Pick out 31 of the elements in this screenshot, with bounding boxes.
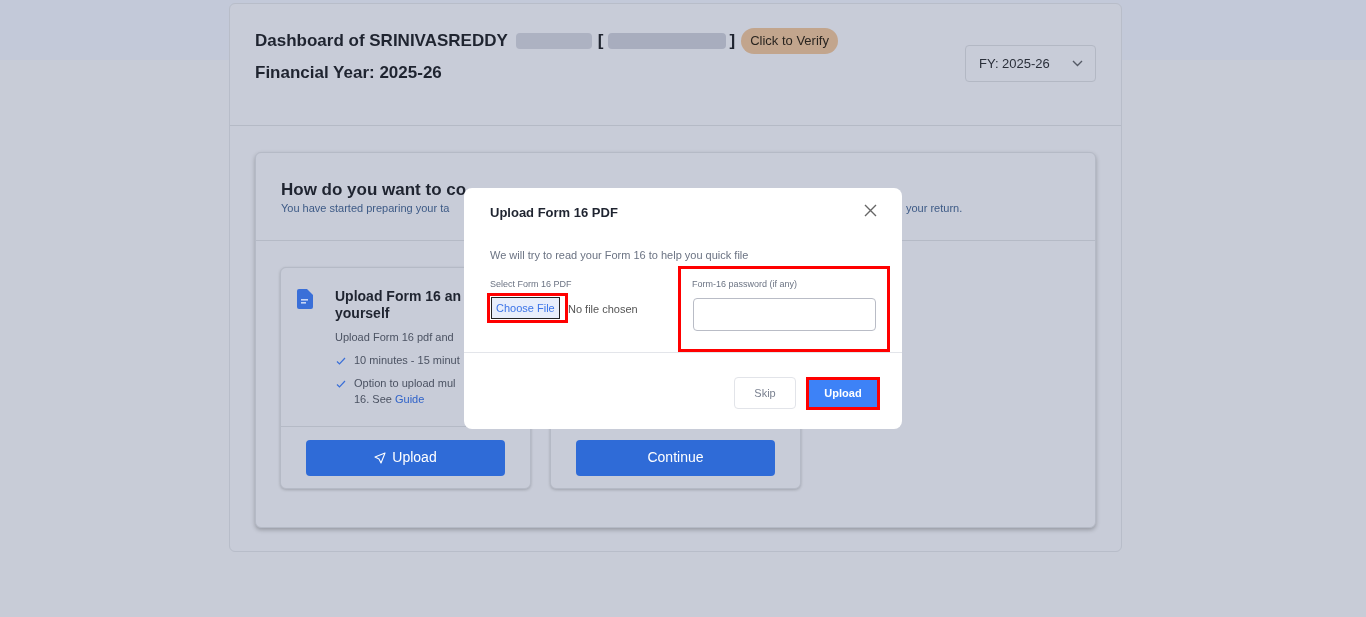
field-label: Select Form 16 PDF bbox=[490, 278, 572, 291]
dialog-title: Upload Form 16 PDF bbox=[490, 204, 618, 222]
option-point: 10 minutes - 15 minut bbox=[354, 353, 460, 368]
option-title: Upload Form 16 an yourself bbox=[335, 288, 462, 322]
dashboard-title: Dashboard of SRINIVASREDDY bbox=[255, 30, 508, 52]
option-description: Upload Form 16 pdf and bbox=[335, 330, 454, 345]
dialog-intro: We will try to read your Form 16 to help you quick file bbox=[490, 248, 749, 263]
send-icon bbox=[374, 451, 387, 464]
guide-link[interactable]: Guide bbox=[395, 393, 425, 405]
panel-subtitle: You have started preparing your ta bbox=[281, 201, 450, 216]
choose-file-button[interactable]: Choose File bbox=[491, 297, 560, 319]
close-icon[interactable] bbox=[864, 204, 877, 217]
document-icon bbox=[297, 289, 313, 309]
field-label: Form-16 password (if any) bbox=[692, 278, 798, 291]
financial-year-label: Financial Year: 2025-26 bbox=[255, 61, 442, 84]
upload-button[interactable]: Upload bbox=[306, 439, 505, 476]
bracket-text: [ bbox=[597, 30, 604, 52]
file-status: No file chosen bbox=[568, 302, 638, 317]
option-point: Option to upload mul 16. See Guide bbox=[354, 376, 456, 407]
password-field[interactable] bbox=[693, 298, 876, 331]
year-select[interactable]: FY: 2025-26 bbox=[965, 45, 1096, 82]
bracket-text: ] bbox=[729, 30, 736, 52]
continue-button[interactable]: Continue bbox=[576, 439, 775, 476]
upload-submit-button[interactable]: Upload bbox=[809, 379, 877, 407]
panel-heading: How do you want to co bbox=[281, 179, 468, 201]
checkmark-icon bbox=[336, 357, 346, 365]
chevron-down-icon bbox=[1072, 60, 1083, 67]
verify-badge[interactable]: Click to Verify bbox=[741, 28, 838, 54]
panel-subtitle: your return. bbox=[906, 201, 963, 216]
skip-button[interactable]: Skip bbox=[734, 377, 796, 409]
checkmark-icon bbox=[336, 380, 346, 388]
